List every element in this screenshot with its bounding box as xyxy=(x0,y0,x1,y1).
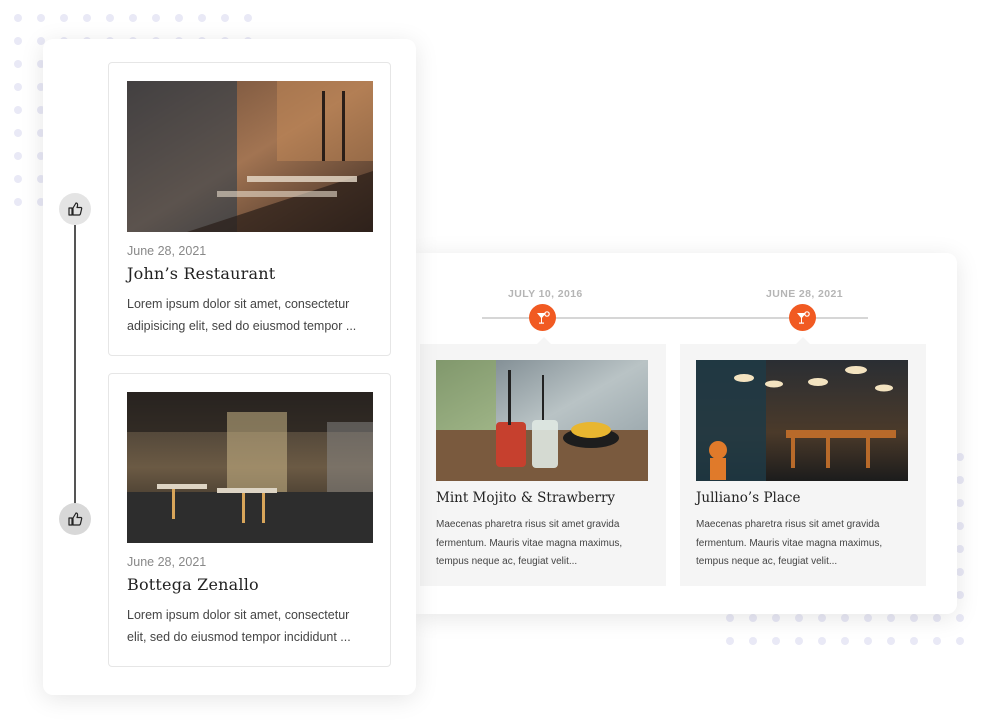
decorative-dot xyxy=(83,14,91,22)
restaurant-interior-photo xyxy=(127,81,373,232)
vertical-timeline-line xyxy=(74,225,76,519)
decorative-dot xyxy=(749,637,757,645)
decorative-dot xyxy=(106,14,114,22)
decorative-dot xyxy=(14,60,22,68)
decorative-dot xyxy=(14,37,22,45)
event-description: Lorem ipsum dolor sit amet, consectetur … xyxy=(127,297,357,333)
decorative-dot xyxy=(749,614,757,622)
decorative-dot xyxy=(956,499,964,507)
timeline-event-card[interactable]: Mint Mojito & Strawberry Maecenas pharet… xyxy=(420,337,666,586)
decorative-dot xyxy=(841,614,849,622)
cocktail-icon[interactable] xyxy=(529,304,556,331)
restaurant-interior-photo xyxy=(127,392,373,543)
event-date: June 28, 2021 xyxy=(127,244,207,258)
timeline-event-card[interactable]: June 28, 2021 Bottega Zenallo Lorem ipsu… xyxy=(108,373,391,667)
decorative-dot xyxy=(864,637,872,645)
decorative-dot xyxy=(198,14,206,22)
decorative-dot xyxy=(772,637,780,645)
decorative-dot xyxy=(956,591,964,599)
thumbs-up-icon[interactable] xyxy=(59,503,91,535)
event-title: Bottega Zenallo xyxy=(127,575,259,594)
decorative-dot xyxy=(221,14,229,22)
decorative-dot xyxy=(726,637,734,645)
decorative-dot xyxy=(14,198,22,206)
decorative-dot xyxy=(37,14,45,22)
decorative-dot xyxy=(933,614,941,622)
decorative-dot xyxy=(933,637,941,645)
decorative-dot xyxy=(244,14,252,22)
horizontal-timeline-card: JULY 10, 2016 JUNE 28, 2021 Mint Mojito … xyxy=(416,253,957,614)
decorative-dot xyxy=(956,522,964,530)
decorative-dot xyxy=(818,637,826,645)
event-title: Julliano’s Place xyxy=(696,490,801,506)
decorative-dot xyxy=(956,614,964,622)
decorative-dot xyxy=(795,614,803,622)
decorative-dot xyxy=(175,14,183,22)
decorative-dot xyxy=(956,453,964,461)
vertical-timeline-card: June 28, 2021 John’s Restaurant Lorem ip… xyxy=(43,39,416,695)
timeline-event-card[interactable]: Julliano’s Place Maecenas pharetra risus… xyxy=(680,337,926,586)
decorative-dot xyxy=(910,614,918,622)
event-description: Maecenas pharetra risus sit amet gravida… xyxy=(696,519,883,567)
decorative-dot xyxy=(60,14,68,22)
decorative-dot xyxy=(772,614,780,622)
event-title: Mint Mojito & Strawberry xyxy=(436,490,616,506)
event-title: John’s Restaurant xyxy=(127,264,276,283)
decorative-dot xyxy=(818,614,826,622)
decorative-dot xyxy=(726,614,734,622)
timeline-event-card[interactable]: June 28, 2021 John’s Restaurant Lorem ip… xyxy=(108,62,391,356)
timeline-date: JULY 10, 2016 xyxy=(508,288,583,300)
decorative-dot xyxy=(14,106,22,114)
decorative-dot xyxy=(956,568,964,576)
decorative-dot xyxy=(956,476,964,484)
thumbs-up-icon[interactable] xyxy=(59,193,91,225)
decorative-dot xyxy=(956,545,964,553)
decorative-dot xyxy=(887,637,895,645)
decorative-dot xyxy=(910,637,918,645)
decorative-dot xyxy=(14,175,22,183)
decorative-dot xyxy=(152,14,160,22)
restaurant-photo xyxy=(696,360,908,481)
event-description: Lorem ipsum dolor sit amet, consectetur … xyxy=(127,608,351,644)
decorative-dot xyxy=(129,14,137,22)
decorative-dot xyxy=(14,83,22,91)
event-date: June 28, 2021 xyxy=(127,555,207,569)
timeline-date: JUNE 28, 2021 xyxy=(766,288,843,300)
decorative-dot xyxy=(14,129,22,137)
decorative-dot xyxy=(887,614,895,622)
event-description: Maecenas pharetra risus sit amet gravida… xyxy=(436,519,623,567)
cocktail-icon[interactable] xyxy=(789,304,816,331)
decorative-dot xyxy=(14,14,22,22)
decorative-dot xyxy=(956,637,964,645)
decorative-dot xyxy=(795,637,803,645)
decorative-dot xyxy=(14,152,22,160)
cocktail-photo xyxy=(436,360,648,481)
decorative-dot xyxy=(864,614,872,622)
decorative-dot xyxy=(841,637,849,645)
